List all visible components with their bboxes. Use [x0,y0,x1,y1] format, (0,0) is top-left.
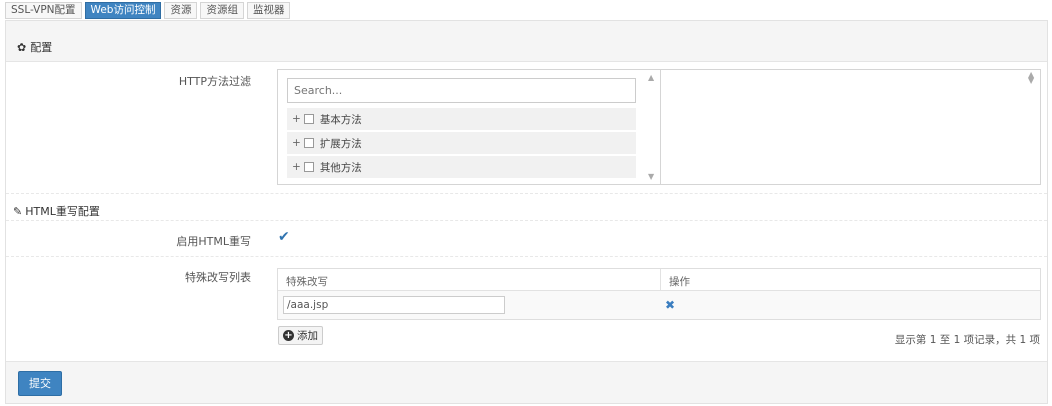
table-row: /aaa.jsp ✖ [278,291,1040,319]
enable-html-rewrite-label: 启用HTML重写 [176,235,251,248]
section-divider [6,256,1047,257]
selected-methods-spinner[interactable]: ▲ ▼ [1026,70,1038,184]
tree-item-label: 扩展方法 [319,137,362,150]
scroll-up-icon[interactable]: ▲ [648,73,654,82]
extended-methods-checkbox[interactable] [303,138,314,148]
tab-resource-groups[interactable]: 资源组 [200,2,244,19]
add-button[interactable]: + 添加 [278,326,323,345]
add-button-label: 添加 [297,330,318,342]
spinner-icon[interactable]: ▲ ▼ [1028,71,1034,85]
section-divider [6,193,1047,194]
tab-web-access-control[interactable]: Web访问控制 [84,2,162,19]
tab-monitor[interactable]: 监视器 [246,2,291,19]
tree-item-extended-methods[interactable]: + 扩展方法 [287,132,636,154]
method-search-input[interactable] [287,78,636,103]
html-rewrite-section-title: ✎ HTML重写配置 [13,203,100,219]
http-method-picker: + 基本方法 + 扩展方法 + 其他方法 ▲ ▼ ▲▼ [277,69,1041,185]
section-divider [6,220,1047,221]
delete-row-icon[interactable]: ✖ [661,298,675,312]
panel-header: ✿ 配置 [6,21,1047,62]
expand-icon[interactable]: + [292,137,301,149]
tab-bar: SSL-VPN配置 Web访问控制 资源 资源组 监视器 [5,2,293,20]
expand-icon[interactable]: + [292,113,301,125]
section-title-text: HTML重写配置 [25,205,100,218]
plus-circle-icon: + [283,330,294,341]
submit-button[interactable]: 提交 [18,371,62,396]
basic-methods-checkbox[interactable] [303,114,314,124]
other-methods-checkbox[interactable] [303,162,314,172]
tab-ssl-vpn[interactable]: SSL-VPN配置 [5,2,82,19]
enable-html-rewrite-checkbox[interactable]: ✔ [278,230,292,244]
tree-item-label: 其他方法 [319,161,362,174]
pencil-icon: ✎ [13,204,23,218]
column-header-action: 操作 [669,276,690,288]
rewrite-list-label: 特殊改写列表 [185,271,251,284]
expand-icon[interactable]: + [292,161,301,173]
tree-item-label: 基本方法 [319,113,362,126]
table-header: 特殊改写 操作 [278,269,1040,291]
rewrite-cell: /aaa.jsp [278,296,661,314]
left-scrollbar[interactable]: ▲ ▼ [646,70,658,184]
http-filter-label: HTTP方法过滤 [178,75,251,88]
config-panel: ✿ 配置 HTTP方法过滤 + 基本方法 + 扩展方法 + 其他方法 ▲ [5,20,1048,404]
rewrite-path-input[interactable]: /aaa.jsp [283,296,505,314]
available-methods-pane: + 基本方法 + 扩展方法 + 其他方法 ▲ ▼ [278,70,661,184]
scroll-down-icon[interactable]: ▼ [648,172,654,181]
column-header-rewrite[interactable]: 特殊改写 [278,269,661,290]
pagination-info: 显示第 1 至 1 项记录，共 1 项 [894,334,1040,346]
rewrite-table: 特殊改写 操作 /aaa.jsp ✖ [277,268,1041,320]
panel-title: 配置 [30,41,53,54]
panel-footer: 提交 [6,361,1047,403]
tree-item-basic-methods[interactable]: + 基本方法 [287,108,636,130]
gear-icon: ✿ [17,40,27,54]
tab-resources[interactable]: 资源 [164,2,198,19]
tree-item-other-methods[interactable]: + 其他方法 [287,156,636,178]
